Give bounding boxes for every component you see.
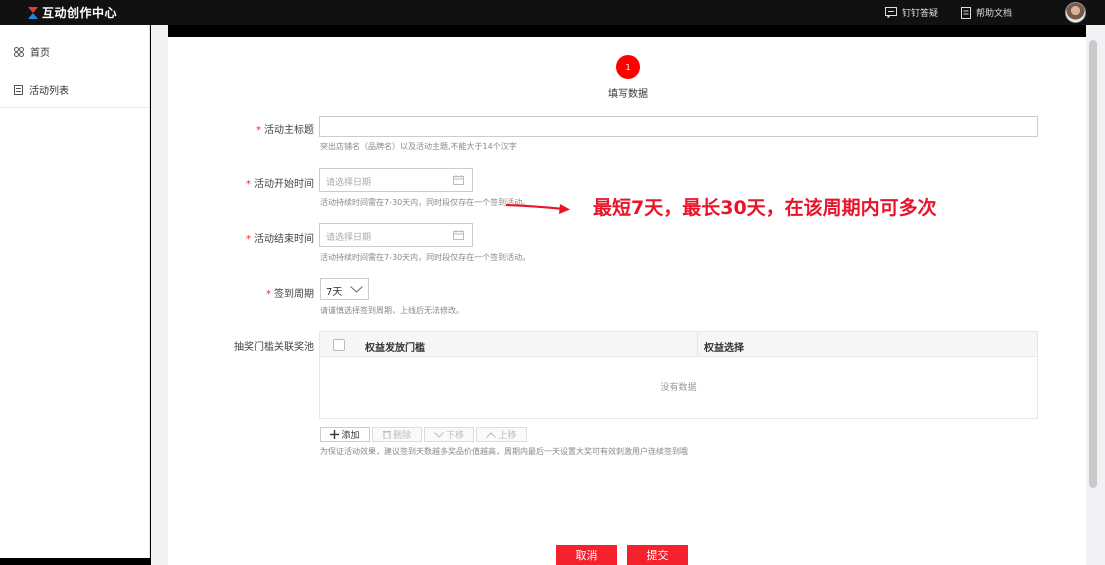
grid-icon: [14, 46, 24, 57]
plus-icon: [330, 430, 340, 439]
move-up-button[interactable]: 上移: [476, 427, 527, 442]
sidebar-item-activity-list[interactable]: 活动列表: [14, 82, 69, 97]
add-row-button[interactable]: 添加: [320, 427, 370, 442]
table-header: 权益发放门槛 权益选择: [320, 332, 1037, 357]
cycle-hint: 请谨慎选择签到周期，上线后无法修改。: [320, 306, 464, 315]
end-time-hint: 活动持续时间需在7-30天内，同时段仅存在一个签到活动。: [320, 253, 531, 262]
column-divider: [697, 332, 698, 357]
calendar-icon: [453, 230, 464, 240]
prize-pool-label: 抽奖门槛关联奖池: [234, 342, 314, 353]
help-docs-link[interactable]: 帮助文档: [961, 6, 1012, 19]
annotation-arrow-icon: [505, 203, 570, 214]
prize-pool-table: 权益发放门槛 权益选择 没有数据: [319, 331, 1038, 419]
required-marker: *: [256, 125, 261, 136]
cancel-button[interactable]: 取消: [556, 545, 617, 565]
required-marker: *: [246, 234, 251, 245]
app-logo[interactable]: 互动创作中心: [27, 4, 117, 21]
move-down-button[interactable]: 下移: [424, 427, 474, 442]
cycle-select-value: 7天: [326, 287, 343, 298]
dingtalk-support-label: 钉钉答疑: [902, 9, 939, 19]
required-marker: *: [246, 179, 251, 190]
scrollbar-thumb[interactable]: [1089, 40, 1097, 488]
sidebar: 首页 活动列表: [0, 25, 150, 558]
document-icon: [961, 6, 971, 19]
help-docs-label: 帮助文档: [976, 9, 1013, 19]
sidebar-divider: [0, 107, 150, 108]
delete-row-button[interactable]: 删除: [372, 427, 422, 442]
app-title: 互动创作中心: [42, 6, 118, 20]
dingtalk-support-link[interactable]: 钉钉答疑: [885, 6, 938, 19]
column-header-benefit[interactable]: 权益选择: [704, 339, 744, 354]
prize-pool-hint: 为保证活动效果，建议签到天数越多奖品价值越高，周期内最后一天设置大奖可有效刺激用…: [320, 447, 688, 456]
step-label: 填写数据: [608, 89, 648, 100]
top-navigation-bar: 互动创作中心 钉钉答疑 帮助文档: [0, 0, 1105, 25]
cycle-select[interactable]: 7天: [320, 278, 369, 300]
chevron-down-icon: [434, 431, 444, 438]
start-date-picker[interactable]: 请选择日期: [319, 168, 473, 192]
user-avatar[interactable]: [1065, 2, 1086, 23]
required-marker: *: [266, 289, 271, 300]
calendar-icon: [453, 175, 464, 185]
end-time-label: * 活动结束时间: [246, 234, 314, 245]
sidebar-item-label: 首页: [30, 48, 50, 59]
cycle-label: * 签到周期: [266, 289, 314, 300]
table-empty-text: 没有数据: [660, 383, 697, 393]
logo-mark-icon: [28, 6, 38, 19]
content-gutter: [151, 25, 168, 565]
select-all-checkbox[interactable]: [333, 339, 345, 351]
chevron-up-icon: [486, 431, 497, 438]
end-date-placeholder: 请选择日期: [326, 233, 372, 243]
title-field-label: * 活动主标题: [256, 125, 314, 136]
chat-bubble-icon: [885, 7, 897, 18]
column-header-threshold[interactable]: 权益发放门槛: [365, 339, 425, 354]
sidebar-item-label: 活动列表: [29, 86, 69, 97]
trash-icon: [382, 431, 391, 439]
title-field-hint: 突出店铺名（品牌名）以及活动主题,不能大于14个汉字: [320, 142, 517, 151]
start-time-label: * 活动开始时间: [246, 179, 314, 190]
submit-button[interactable]: 提交: [627, 545, 688, 565]
list-icon: [14, 84, 23, 95]
end-date-picker[interactable]: 请选择日期: [319, 223, 473, 247]
start-time-hint: 活动持续时间需在7-30天内，同时段仅存在一个签到活动。: [320, 198, 531, 207]
annotation-text: 最短7天，最长30天，在该周期内可多次: [593, 197, 937, 219]
chevron-down-icon: [350, 286, 363, 293]
step-indicator-current: 1: [616, 55, 640, 79]
sidebar-item-home[interactable]: 首页: [14, 44, 50, 59]
activity-title-input[interactable]: [319, 116, 1038, 137]
start-date-placeholder: 请选择日期: [326, 178, 372, 188]
